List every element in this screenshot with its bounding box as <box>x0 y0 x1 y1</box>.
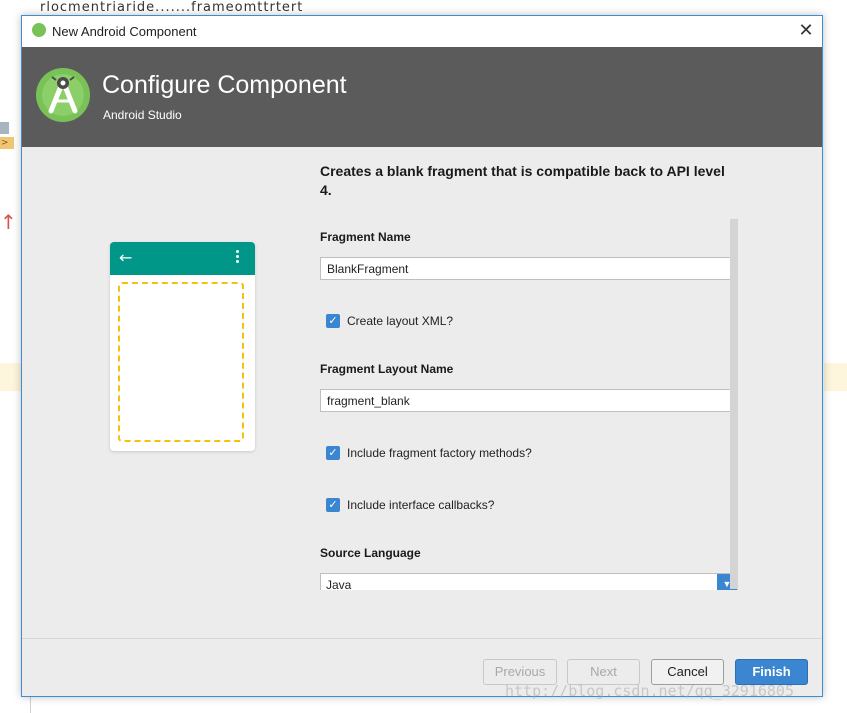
page-title: Configure Component <box>102 71 347 99</box>
close-button[interactable]: ✕ <box>794 20 818 42</box>
fragment-name-label: Fragment Name <box>320 230 411 244</box>
watermark: http://blog.csdn.net/qq_32916805 <box>505 682 794 700</box>
fragment-preview: ← <box>110 242 255 451</box>
background-highlight <box>824 363 847 391</box>
create-layout-checkbox[interactable]: ✓ <box>326 314 340 328</box>
create-layout-label: Create layout XML? <box>347 314 454 328</box>
fragment-placeholder <box>118 282 244 442</box>
background-highlight <box>0 363 22 391</box>
window-title: New Android Component <box>52 24 197 39</box>
background-editor-text: rlocmentriaride.......frameomttrtert <box>40 0 304 14</box>
layout-name-input[interactable] <box>320 389 738 412</box>
footer-divider <box>22 638 822 639</box>
layout-name-label: Fragment Layout Name <box>320 362 454 376</box>
factory-methods-label: Include fragment factory methods? <box>347 446 532 460</box>
background-arrow-icon: ↑ <box>0 210 17 234</box>
interface-callbacks-checkbox[interactable]: ✓ <box>326 498 340 512</box>
background-gutter-tag: > <box>0 137 14 149</box>
android-studio-icon <box>32 23 46 37</box>
factory-methods-checkbox[interactable]: ✓ <box>326 446 340 460</box>
source-language-label: Source Language <box>320 546 421 560</box>
component-description: Creates a blank fragment that is compati… <box>320 163 725 198</box>
background-divider <box>30 697 31 713</box>
dialog-header: Configure Component Android Studio <box>22 47 822 147</box>
source-language-value: Java <box>326 578 352 590</box>
source-language-select[interactable]: Java ▼ <box>320 573 738 590</box>
back-arrow-icon: ← <box>119 248 133 267</box>
form-scrollbar[interactable] <box>730 219 738 589</box>
overflow-menu-icon <box>236 250 240 266</box>
fragment-name-input[interactable] <box>320 257 738 280</box>
dialog-titlebar: New Android Component ✕ <box>22 16 822 47</box>
new-android-component-dialog: New Android Component ✕ Configure Compon… <box>21 15 823 697</box>
android-studio-logo <box>36 68 90 122</box>
interface-callbacks-label: Include interface callbacks? <box>347 498 495 512</box>
background-gutter-marker <box>0 122 9 134</box>
preview-app-bar: ← <box>110 242 255 275</box>
page-subtitle: Android Studio <box>103 108 182 122</box>
